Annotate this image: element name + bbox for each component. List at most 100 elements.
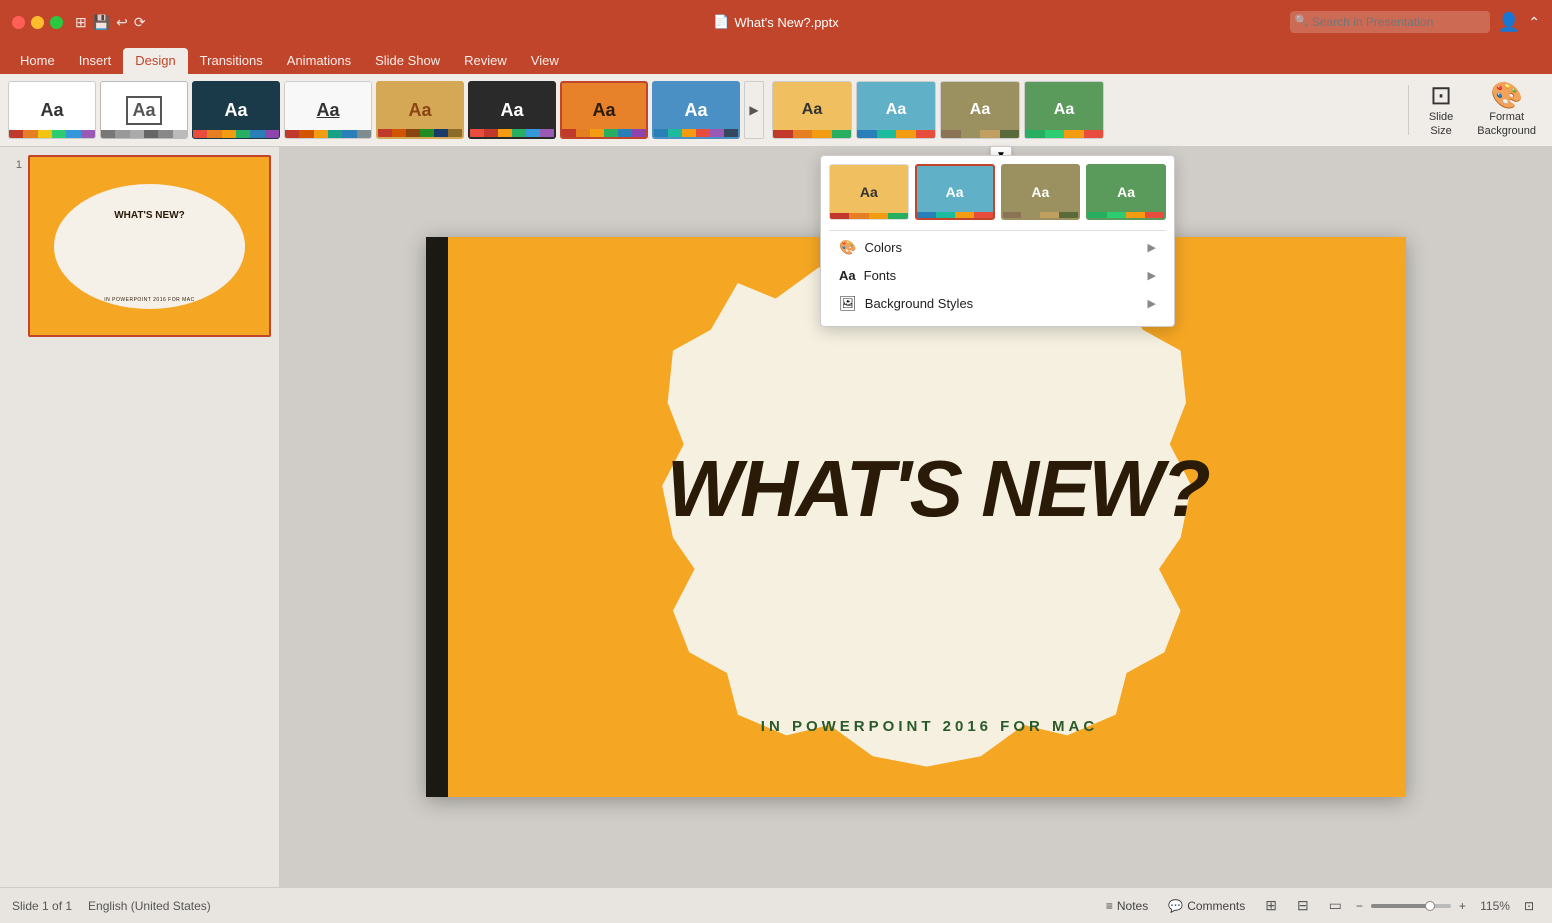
background-styles-label: Background Styles: [865, 296, 973, 311]
zoom-fill: [1371, 904, 1427, 908]
slide-thumb-title: WHAT'S NEW?: [54, 210, 245, 221]
menu-item-fonts-left: Aa Fonts: [839, 268, 896, 283]
zoom-track: [1371, 904, 1451, 908]
window-title: 📄 What's New?.pptx: [713, 14, 839, 30]
fonts-icon: Aa: [839, 268, 856, 283]
comments-button[interactable]: 💬 Comments: [1162, 897, 1251, 915]
file-icon-title: 📄: [713, 14, 729, 30]
slide-thumbnail-1[interactable]: WHAT'S NEW? IN POWERPOINT 2016 FOR MAC: [28, 155, 271, 337]
view-normal-button[interactable]: ⊞: [1259, 895, 1283, 916]
title-bar-right: 👤 ⌃: [1290, 11, 1540, 33]
main-area: 1 WHAT'S NEW? IN POWERPOINT 2016 FOR MAC…: [0, 147, 1552, 887]
themes-scroll-right[interactable]: ▶: [744, 81, 764, 139]
slide-size-label: SlideSize: [1429, 111, 1453, 137]
slide-size-button[interactable]: ⊡ SlideSize: [1421, 78, 1461, 141]
tab-view[interactable]: View: [519, 48, 571, 74]
search-input[interactable]: [1290, 11, 1490, 33]
extra-theme-1[interactable]: Aa: [772, 81, 852, 139]
title-bar: ⊞ 💾 ↩ ⟳ 📄 What's New?.pptx 👤 ⌃: [0, 0, 1552, 44]
zoom-plus[interactable]: +: [1459, 899, 1466, 913]
tab-home[interactable]: Home: [8, 48, 67, 74]
menu-item-colors[interactable]: 🎨 Colors ▶: [829, 233, 1166, 262]
menu-divider-1: [829, 230, 1166, 231]
colors-label: Colors: [864, 240, 902, 255]
exp-theme-2[interactable]: Aa: [915, 164, 995, 220]
slide-title: WHAT'S NEW?: [667, 443, 1209, 535]
file-icon: ⊞: [75, 14, 87, 31]
slide-size-icon: ⊡: [1430, 82, 1452, 108]
theme-lined[interactable]: Aa: [284, 81, 372, 139]
save-icon[interactable]: 💾: [93, 14, 110, 31]
view-normal-icon: ⊞: [1265, 897, 1277, 914]
theme-orange[interactable]: Aa: [560, 81, 648, 139]
theme-white[interactable]: Aa: [8, 81, 96, 139]
status-right: ≡ Notes 💬 Comments ⊞ ⊟ ▭ − + 115% ⊡: [1100, 895, 1540, 916]
slide-number-1: 1: [8, 155, 22, 171]
ribbon-right-buttons: ⊡ SlideSize 🎨 FormatBackground: [1421, 78, 1544, 141]
background-styles-arrow: ▶: [1148, 297, 1156, 310]
fit-window-button[interactable]: ⊡: [1518, 897, 1540, 915]
zoom-level[interactable]: 115%: [1474, 899, 1510, 913]
comments-icon: 💬: [1168, 899, 1183, 913]
extra-theme-3[interactable]: Aa: [940, 81, 1020, 139]
undo-icon[interactable]: ↩: [116, 14, 128, 31]
menu-item-bg-left: 🖼 Background Styles: [839, 295, 973, 312]
minimize-button[interactable]: [31, 16, 44, 29]
user-icon[interactable]: 👤: [1498, 12, 1520, 33]
redo-icon[interactable]: ⟳: [134, 14, 146, 31]
exp-theme-4[interactable]: Aa: [1086, 164, 1166, 220]
view-grid-icon: ⊟: [1297, 897, 1309, 914]
fonts-arrow: ▶: [1148, 269, 1156, 282]
tab-slideshow[interactable]: Slide Show: [363, 48, 452, 74]
theme-blue[interactable]: Aa: [652, 81, 740, 139]
slide-left-bar: [426, 237, 448, 797]
traffic-lights: [12, 16, 63, 29]
search-wrap: [1290, 11, 1490, 33]
window-controls-icon: ⌃: [1528, 14, 1540, 31]
view-grid-button[interactable]: ⊟: [1291, 895, 1315, 916]
slide-thumb-blob: [54, 184, 245, 309]
tab-transitions[interactable]: Transitions: [188, 48, 275, 74]
tab-insert[interactable]: Insert: [67, 48, 124, 74]
fonts-label: Fonts: [864, 268, 897, 283]
slide-thumb-content: WHAT'S NEW? IN POWERPOINT 2016 FOR MAC: [30, 157, 269, 335]
expanded-themes-row: Aa Aa Aa: [829, 164, 1166, 220]
theme-dark[interactable]: Aa: [192, 81, 280, 139]
themes-expanded-panel: Aa Aa Aa: [820, 155, 1175, 327]
tab-review[interactable]: Review: [452, 48, 519, 74]
fit-window-icon: ⊡: [1524, 899, 1534, 913]
theme-desert[interactable]: Aa: [376, 81, 464, 139]
menu-item-fonts[interactable]: Aa Fonts ▶: [829, 262, 1166, 289]
format-bg-icon: 🎨: [1490, 82, 1522, 108]
tab-animations[interactable]: Animations: [275, 48, 363, 74]
slide-thumb-subtitle: IN POWERPOINT 2016 FOR MAC: [104, 297, 194, 303]
menu-item-colors-left: 🎨 Colors: [839, 239, 902, 256]
extra-theme-2[interactable]: Aa: [856, 81, 936, 139]
ribbon-divider: [1408, 85, 1409, 135]
maximize-button[interactable]: [50, 16, 63, 29]
theme-outline[interactable]: Aa: [100, 81, 188, 139]
language-info: English (United States): [88, 899, 211, 913]
format-background-label: FormatBackground: [1477, 111, 1536, 137]
theme-grid: Aa Aa: [8, 81, 1396, 139]
extra-theme-4[interactable]: Aa: [1024, 81, 1104, 139]
slides-panel: 1 WHAT'S NEW? IN POWERPOINT 2016 FOR MAC: [0, 147, 280, 887]
slide-subtitle: IN POWERPOINT 2016 FOR MAC: [761, 718, 1098, 735]
view-reading-button[interactable]: ▭: [1323, 895, 1348, 916]
exp-theme-3[interactable]: Aa: [1001, 164, 1081, 220]
comments-label: Comments: [1187, 899, 1245, 913]
ribbon-tabs: Home Insert Design Transitions Animation…: [0, 44, 1552, 74]
close-button[interactable]: [12, 16, 25, 29]
notes-icon: ≡: [1106, 899, 1113, 913]
tab-design[interactable]: Design: [123, 48, 187, 74]
slide-1-wrap: 1 WHAT'S NEW? IN POWERPOINT 2016 FOR MAC: [8, 155, 271, 337]
toolbar-icons: ⊞ 💾 ↩ ⟳: [75, 14, 146, 31]
zoom-minus[interactable]: −: [1356, 899, 1363, 913]
theme-black[interactable]: Aa: [468, 81, 556, 139]
view-reading-icon: ▭: [1329, 897, 1342, 914]
notes-button[interactable]: ≡ Notes: [1100, 897, 1154, 915]
menu-item-background-styles[interactable]: 🖼 Background Styles ▶: [829, 289, 1166, 318]
exp-theme-1[interactable]: Aa: [829, 164, 909, 220]
format-background-button[interactable]: 🎨 FormatBackground: [1469, 78, 1544, 141]
zoom-handle[interactable]: [1425, 901, 1435, 911]
